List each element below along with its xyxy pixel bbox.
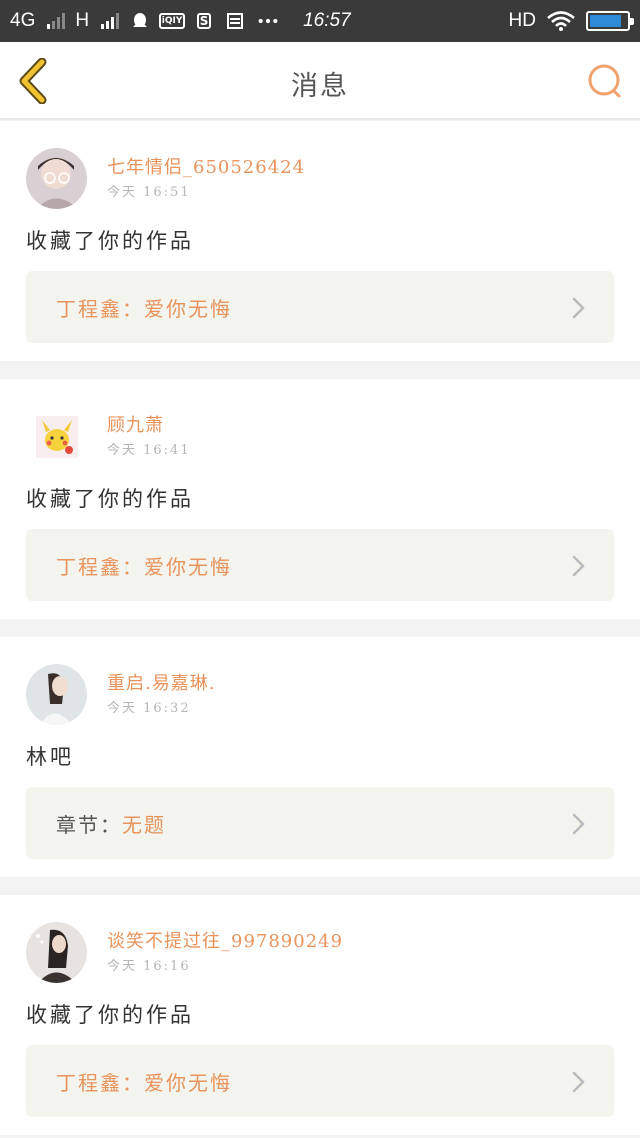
work-title: 爱你无悔 bbox=[144, 1070, 232, 1095]
message-text: 林吧 bbox=[26, 745, 74, 769]
avatar[interactable] bbox=[26, 922, 87, 983]
qq-icon bbox=[129, 11, 151, 31]
work-label: 丁程鑫： bbox=[56, 554, 144, 579]
message-card[interactable]: 顾九萧 今天 16:41 收藏了你的作品 丁程鑫： 爱你无悔 bbox=[0, 379, 640, 619]
chevron-right-icon bbox=[572, 1071, 585, 1093]
avatar[interactable] bbox=[26, 664, 87, 725]
status-bar: 4G H iQIY S 16:57 HD bbox=[0, 0, 640, 42]
work-title: 爱你无悔 bbox=[144, 554, 232, 579]
chevron-right-icon bbox=[572, 297, 585, 319]
page-title: 消息 bbox=[291, 71, 349, 102]
message-card[interactable]: 重启.易嘉琳. 今天 16:32 林吧 章节： 无题 bbox=[0, 637, 640, 877]
signal-icon bbox=[101, 13, 120, 29]
work-link[interactable]: 丁程鑫： 爱你无悔 bbox=[26, 1045, 614, 1117]
work-link[interactable]: 丁程鑫： 爱你无悔 bbox=[26, 271, 614, 343]
search-button[interactable] bbox=[586, 62, 624, 100]
username[interactable]: 重启.易嘉琳. bbox=[107, 669, 215, 695]
s-app-icon: S bbox=[193, 11, 215, 31]
message-card[interactable]: 七年情侣_650526424 今天 16:51 收藏了你的作品 丁程鑫： 爱你无… bbox=[0, 121, 640, 361]
chevron-right-icon bbox=[572, 813, 585, 835]
network-h: H bbox=[75, 10, 90, 31]
hd-indicator: HD bbox=[508, 10, 536, 31]
signal-icon bbox=[47, 13, 66, 29]
username[interactable]: 七年情侣_650526424 bbox=[107, 153, 305, 179]
work-title: 爱你无悔 bbox=[144, 296, 232, 321]
work-title: 无题 bbox=[122, 812, 166, 837]
iqiyi-icon: iQIY bbox=[158, 11, 186, 31]
message-text: 收藏了你的作品 bbox=[26, 229, 194, 253]
avatar[interactable] bbox=[36, 416, 78, 458]
username[interactable]: 顾九萧 bbox=[107, 411, 164, 437]
message-text: 收藏了你的作品 bbox=[26, 1003, 194, 1027]
timestamp: 今天 16:51 bbox=[107, 185, 191, 200]
message-card[interactable]: 谈笑不提过往_997890249 今天 16:16 收藏了你的作品 丁程鑫： 爱… bbox=[0, 895, 640, 1135]
timestamp: 今天 16:32 bbox=[107, 701, 191, 716]
work-link[interactable]: 丁程鑫： 爱你无悔 bbox=[26, 529, 614, 601]
top-nav-bar: 消息 bbox=[0, 42, 640, 120]
work-label: 丁程鑫： bbox=[56, 1070, 144, 1095]
wifi-icon bbox=[546, 11, 576, 31]
work-link[interactable]: 章节： 无题 bbox=[26, 787, 614, 859]
work-label: 丁程鑫： bbox=[56, 296, 144, 321]
network-4g: 4G bbox=[10, 10, 36, 31]
more-dots-icon bbox=[257, 11, 279, 31]
storage-icon bbox=[225, 11, 247, 31]
timestamp: 今天 16:41 bbox=[107, 443, 191, 458]
avatar[interactable] bbox=[26, 148, 87, 209]
timestamp: 今天 16:16 bbox=[107, 959, 191, 974]
clock: 16:57 bbox=[303, 10, 351, 31]
username[interactable]: 谈笑不提过往_997890249 bbox=[107, 927, 343, 953]
chevron-right-icon bbox=[572, 555, 585, 577]
search-icon bbox=[588, 64, 621, 98]
message-text: 收藏了你的作品 bbox=[26, 487, 194, 511]
work-label: 章节： bbox=[56, 812, 122, 837]
battery-icon bbox=[586, 11, 634, 31]
